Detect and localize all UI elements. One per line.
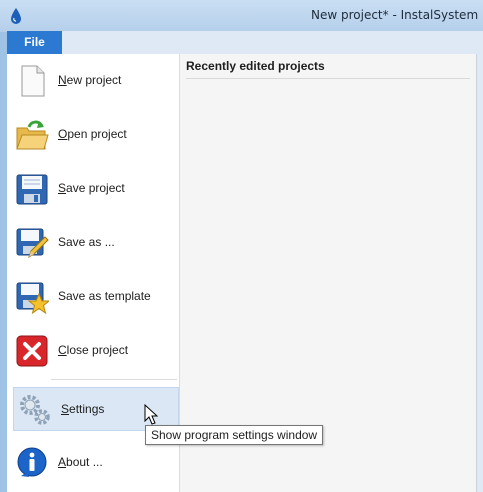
menu-item-label: About ...: [58, 455, 103, 469]
tooltip: Show program settings window: [145, 425, 324, 445]
menu-item-save-as-template[interactable]: Save as template: [11, 275, 173, 317]
menu-item-save-project[interactable]: Save project: [11, 167, 173, 209]
file-tab[interactable]: File: [7, 31, 62, 54]
mouse-cursor-icon: [144, 404, 158, 425]
info-icon: [17, 447, 47, 477]
water-drop-icon[interactable]: [9, 7, 23, 25]
menu-item-label: New project: [58, 73, 122, 87]
menu-item-new-project[interactable]: New project: [11, 59, 173, 101]
menu-item-label: Settings: [61, 402, 105, 416]
gears-icon: [20, 395, 50, 425]
menu-item-label: Open project: [58, 127, 127, 141]
menu-item-open-project[interactable]: Open project: [11, 113, 173, 155]
menu-item-label: Save as ...: [58, 235, 115, 249]
menu-item-label: Close project: [58, 343, 129, 357]
open-folder-icon: [16, 120, 49, 150]
window-edge: [476, 54, 483, 492]
title-bar: New project* - InstalSystem Mar: [0, 0, 483, 32]
menu-item-close-project[interactable]: Close project: [11, 329, 173, 371]
menu-item-label: Save project: [58, 181, 125, 195]
ribbon-tab-bar: File: [7, 31, 483, 55]
new-document-icon: [21, 65, 45, 97]
menu-item-about[interactable]: About ...: [11, 441, 173, 483]
floppy-pencil-icon: [16, 228, 49, 259]
recent-projects-header: Recently edited projects: [186, 58, 470, 79]
menu-item-save-as[interactable]: Save as ...: [11, 221, 173, 263]
floppy-star-icon: [16, 282, 49, 314]
window-title: New project* - InstalSystem Mar: [311, 8, 483, 22]
menu-item-label: Save as template: [58, 289, 151, 303]
close-red-icon: [16, 335, 48, 367]
menu-separator: [51, 379, 177, 380]
floppy-disk-icon: [16, 174, 48, 205]
